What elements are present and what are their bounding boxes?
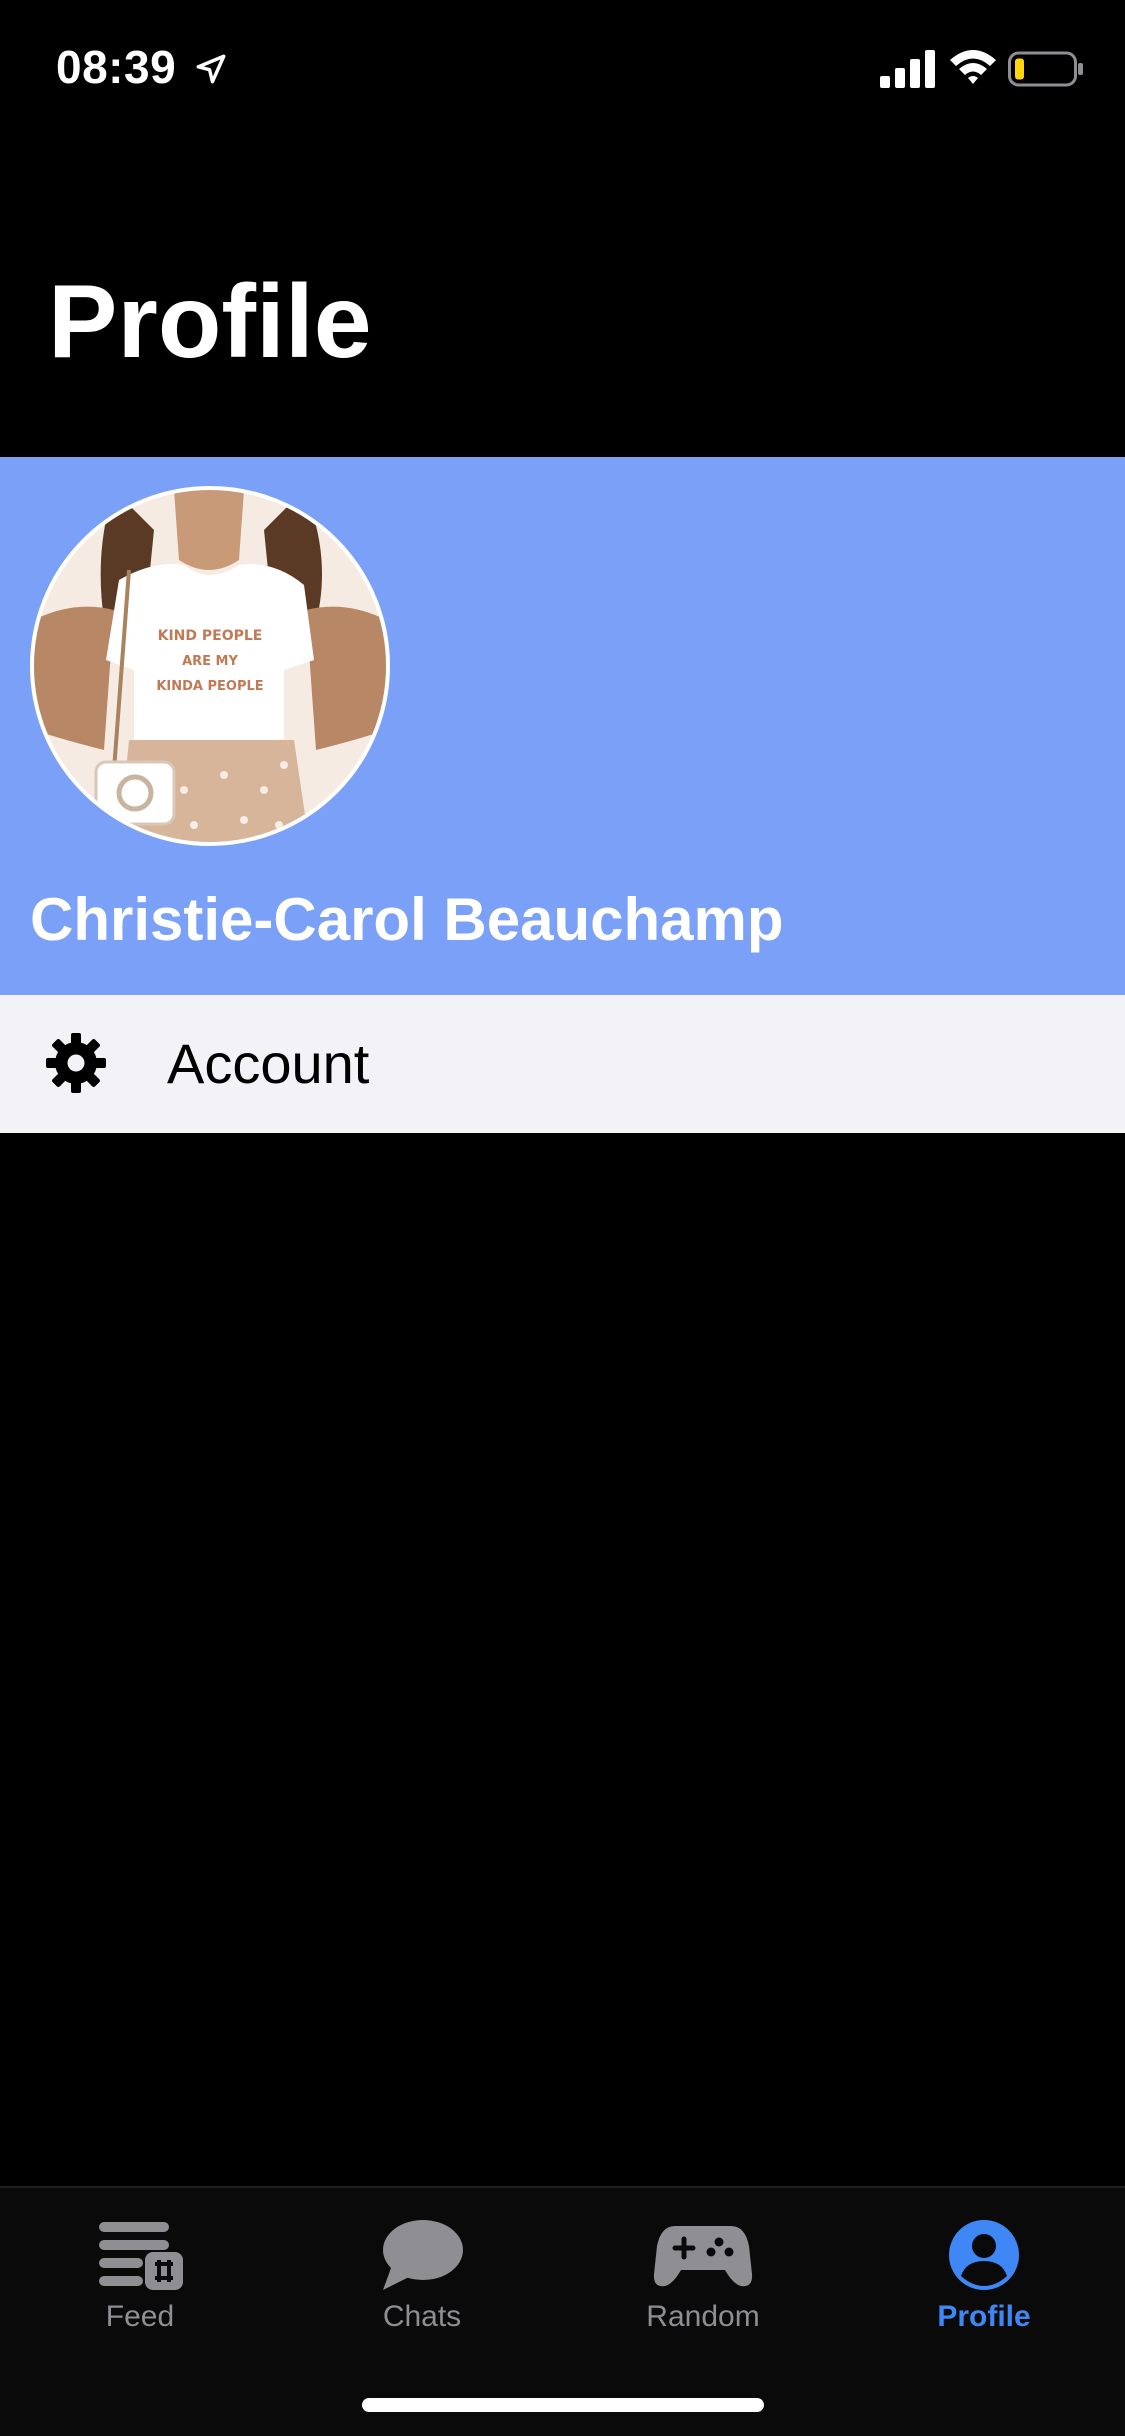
status-bar: 08:39 bbox=[0, 0, 1125, 140]
shirt-text-line-2: ARE MY bbox=[182, 654, 238, 669]
tab-random-label: Random bbox=[646, 2300, 760, 2333]
shirt-text-line-3: KINDA PEOPLE bbox=[156, 679, 263, 694]
profile-header: KIND PEOPLE ARE MY KINDA PEOPLE Christie… bbox=[0, 457, 1125, 995]
page-title: Profile bbox=[48, 264, 372, 380]
avatar[interactable]: KIND PEOPLE ARE MY KINDA PEOPLE bbox=[30, 486, 390, 846]
gamepad-icon bbox=[653, 2226, 753, 2287]
avatar-illustration: KIND PEOPLE ARE MY KINDA PEOPLE bbox=[34, 490, 386, 842]
tab-profile-label: Profile bbox=[937, 2300, 1031, 2333]
profile-name: Christie-Carol Beauchamp bbox=[30, 886, 784, 953]
home-indicator[interactable] bbox=[362, 2398, 764, 2412]
status-time: 08:39 bbox=[56, 41, 177, 93]
feed-icon bbox=[99, 2222, 183, 2290]
location-arrow-icon bbox=[196, 54, 226, 84]
tab-random[interactable]: Random bbox=[603, 2216, 803, 2346]
wifi-icon bbox=[950, 50, 996, 84]
shirt-text-line-1: KIND PEOPLE bbox=[158, 628, 263, 644]
tab-feed-label: Feed bbox=[105, 2300, 175, 2333]
account-label: Account bbox=[167, 1032, 370, 1095]
battery-icon bbox=[1008, 51, 1083, 87]
chat-bubble-icon bbox=[383, 2220, 463, 2290]
tab-chats-label: Chats bbox=[382, 2300, 462, 2333]
tab-feed[interactable]: Feed bbox=[40, 2216, 240, 2346]
person-circle-icon bbox=[949, 2220, 1019, 2290]
tab-profile[interactable]: Profile bbox=[884, 2216, 1084, 2346]
tab-chats[interactable]: Chats bbox=[322, 2216, 522, 2346]
account-row[interactable]: Account bbox=[0, 995, 1125, 1133]
gear-icon bbox=[46, 1033, 106, 1093]
cellular-signal-icon bbox=[880, 50, 935, 88]
